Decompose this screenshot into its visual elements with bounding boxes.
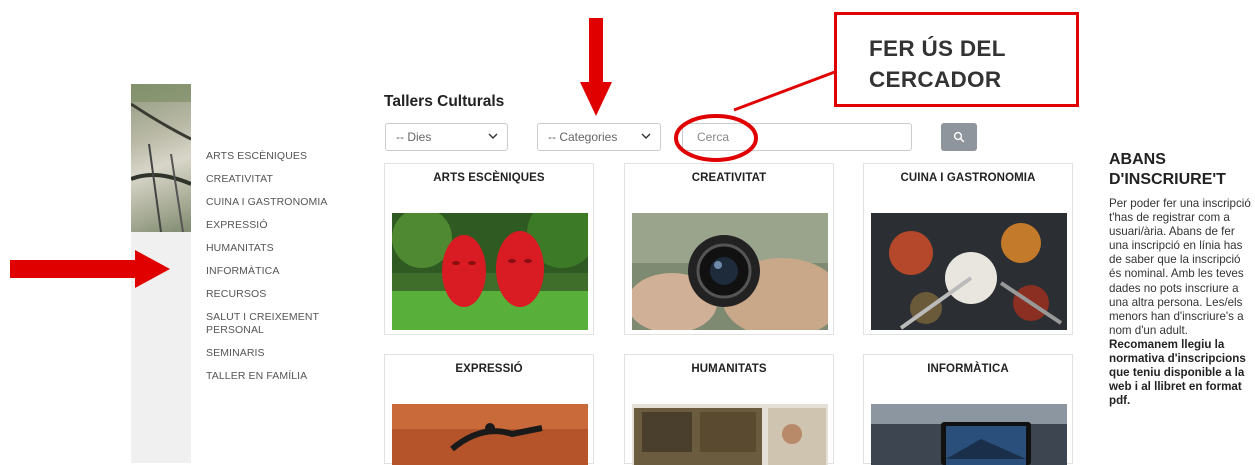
search-icon — [953, 131, 965, 143]
card-title: CUINA I GASTRONOMIA — [900, 172, 1036, 184]
search-button[interactable] — [941, 123, 977, 151]
card-image — [871, 213, 1067, 330]
info-title-line-1: ABANS — [1109, 151, 1166, 168]
chevron-down-icon — [641, 133, 651, 139]
card-title: CREATIVITAT — [691, 172, 767, 184]
sidebar-item-seminaris[interactable]: SEMINARIS — [206, 347, 356, 360]
card-informatica[interactable]: INFORMÀTICA — [863, 354, 1073, 465]
sidebar-item-informatica[interactable]: INFORMÀTICA — [206, 265, 356, 278]
info-title: ABANS D'INSCRIURE'T — [1109, 150, 1226, 190]
sidebar-item-salut[interactable]: SALUT I CREIXEMENT PERSONAL — [206, 311, 356, 337]
card-image — [871, 404, 1067, 465]
card-title: HUMANITATS — [691, 363, 767, 375]
callout-box: FER ÚS DEL CERCADOR — [834, 12, 1079, 107]
card-image — [392, 213, 588, 330]
days-select[interactable]: -- Dies — [385, 123, 508, 151]
sidebar-item-expressio[interactable]: EXPRESSIÓ — [206, 219, 356, 232]
right-arrow-annotation — [10, 250, 170, 288]
card-image — [392, 404, 588, 465]
callout-text: FER ÚS DEL CERCADOR — [869, 33, 1006, 95]
sidebar-item-creativitat[interactable]: CREATIVITAT — [206, 173, 356, 186]
categories-select[interactable]: -- Categories — [537, 123, 661, 151]
days-select-value: -- Dies — [396, 130, 432, 144]
callout-line-2: CERCADOR — [869, 67, 1002, 92]
card-title: EXPRESSIÓ — [455, 363, 523, 375]
card-title: INFORMÀTICA — [927, 363, 1009, 375]
info-title-line-2: D'INSCRIURE'T — [1109, 171, 1226, 188]
card-arts-esceniques[interactable]: ARTS ESCÈNIQUES — [384, 163, 594, 335]
page-title: Tallers Culturals — [384, 93, 505, 110]
info-body: Per poder fer una inscripció t'has de re… — [1109, 197, 1251, 337]
categories-select-value: -- Categories — [548, 130, 618, 144]
card-title: ARTS ESCÈNIQUES — [433, 172, 545, 184]
down-arrow-annotation — [580, 18, 612, 116]
category-menu: ARTS ESCÈNIQUES CREATIVITAT CUINA I GAST… — [206, 150, 356, 393]
sidebar-item-taller-familia[interactable]: TALLER EN FAMÍLIA — [206, 370, 356, 383]
sidebar-item-arts-esceniques[interactable]: ARTS ESCÈNIQUES — [206, 150, 356, 163]
search-input[interactable] — [682, 123, 912, 151]
card-image — [632, 404, 828, 465]
sidebar-photo — [131, 84, 191, 232]
info-bold-text: Recomanem llegiu la normativa d'inscripc… — [1109, 337, 1246, 408]
info-text: Per poder fer una inscripció t'has de re… — [1109, 197, 1252, 408]
sidebar-item-recursos[interactable]: RECURSOS — [206, 288, 356, 301]
sidebar-item-cuina-gastronomia[interactable]: CUINA I GASTRONOMIA — [206, 196, 356, 209]
card-expressio[interactable]: EXPRESSIÓ — [384, 354, 594, 465]
card-humanitats[interactable]: HUMANITATS — [624, 354, 834, 465]
card-cuina-gastronomia[interactable]: CUINA I GASTRONOMIA — [863, 163, 1073, 335]
sidebar-item-humanitats[interactable]: HUMANITATS — [206, 242, 356, 255]
chevron-down-icon — [488, 133, 498, 139]
card-image — [632, 213, 828, 330]
card-creativitat[interactable]: CREATIVITAT — [624, 163, 834, 335]
callout-line-1: FER ÚS DEL — [869, 36, 1006, 61]
